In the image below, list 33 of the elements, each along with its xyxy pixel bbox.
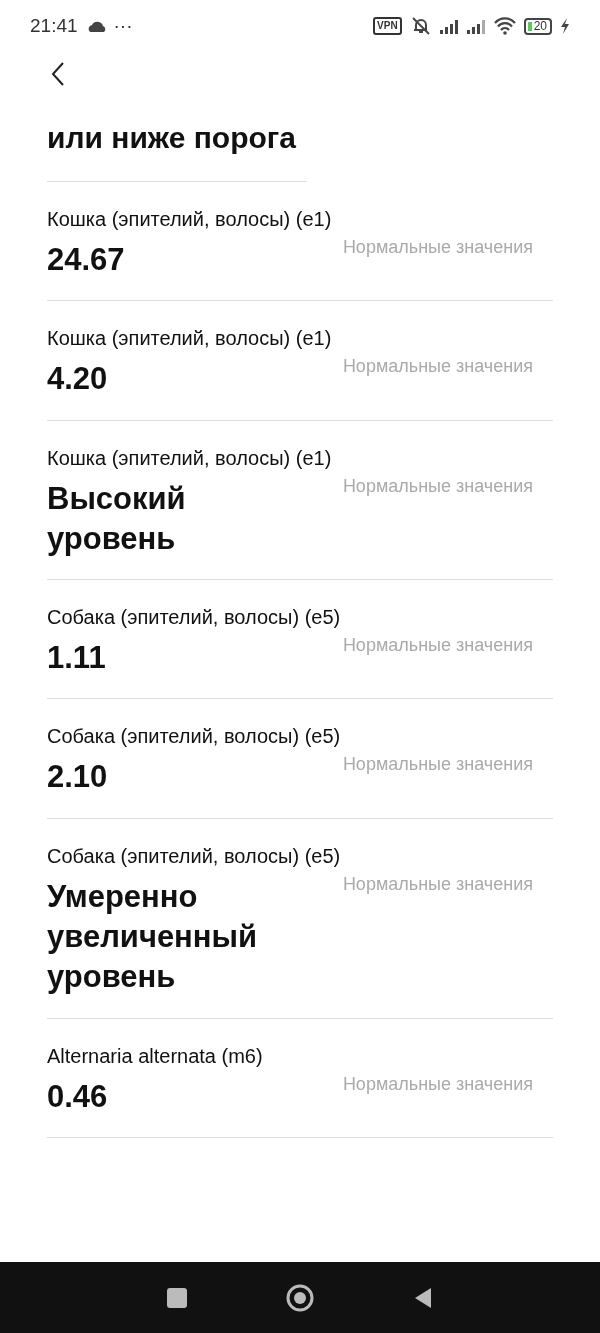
more-notifications: ··· <box>113 13 133 38</box>
result-value: 24.67 <box>47 241 126 279</box>
reference-label: Нормальные значения <box>342 634 534 658</box>
result-value: 0.46 <box>47 1077 109 1116</box>
vpn-indicator: VPN <box>373 17 402 35</box>
back-icon[interactable] <box>51 62 65 86</box>
wifi-icon <box>493 17 516 35</box>
battery-indicator: 20 <box>523 17 552 35</box>
reference-label: Нормальные значения <box>342 474 534 498</box>
reference-label: Нормальные значения <box>342 355 534 379</box>
muted-bell-icon <box>409 16 432 36</box>
reference-label: Нормальные значения <box>342 872 534 896</box>
signal-icon <box>466 18 486 34</box>
result-value: 1.11 <box>47 639 107 678</box>
result-value: Высокий уровень <box>47 479 187 558</box>
circle-icon[interactable] <box>285 1282 315 1313</box>
result-value: 4.20 <box>47 360 109 399</box>
allergen-name: Кошка (эпителий, волосы) (e1) <box>47 326 333 352</box>
allergen-name: Alternaria alternata (m6) <box>47 1043 264 1069</box>
charging-icon <box>560 18 570 34</box>
allergen-name: Собака (эпителий, волосы) (e5) <box>47 605 342 631</box>
result-value: Умеренно увеличенный уровень <box>47 877 259 997</box>
result-value: 2.10 <box>47 758 109 797</box>
result-value: или ниже порога <box>47 98 307 182</box>
allergen-name: Кошка (эпителий, волосы) (e1) <box>47 207 333 232</box>
allergen-name: Кошка (эпителий, волосы) (e1) <box>47 445 333 471</box>
allergen-name: Собака (эпителий, волосы) (e5) <box>47 843 342 869</box>
clock: 21:41 <box>30 13 78 38</box>
reference-label: Нормальные значения <box>342 753 534 777</box>
signal-icon <box>439 18 459 34</box>
allergen-name: Собака (эпителий, волосы) (e5) <box>47 724 342 750</box>
reference-label: Нормальные значения <box>342 1072 534 1096</box>
reference-label: Нормальные значения <box>342 236 534 259</box>
